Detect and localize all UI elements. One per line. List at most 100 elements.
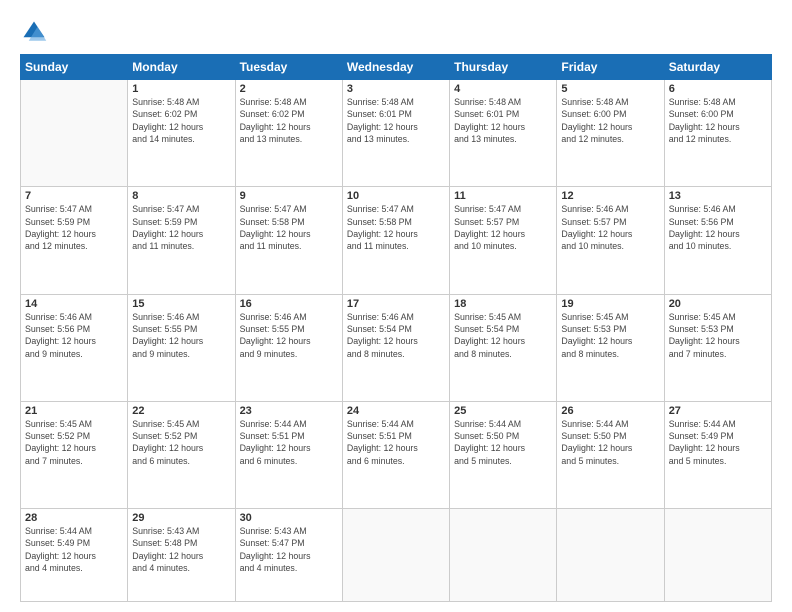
- calendar-cell: 28Sunrise: 5:44 AM Sunset: 5:49 PM Dayli…: [21, 509, 128, 602]
- calendar-cell: 19Sunrise: 5:45 AM Sunset: 5:53 PM Dayli…: [557, 294, 664, 401]
- day-info: Sunrise: 5:44 AM Sunset: 5:50 PM Dayligh…: [454, 418, 552, 467]
- calendar-cell: 7Sunrise: 5:47 AM Sunset: 5:59 PM Daylig…: [21, 187, 128, 294]
- day-number: 1: [132, 83, 230, 95]
- day-info: Sunrise: 5:47 AM Sunset: 5:58 PM Dayligh…: [347, 203, 445, 252]
- weekday-header-friday: Friday: [557, 55, 664, 80]
- day-info: Sunrise: 5:47 AM Sunset: 5:57 PM Dayligh…: [454, 203, 552, 252]
- page: SundayMondayTuesdayWednesdayThursdayFrid…: [0, 0, 792, 612]
- day-number: 18: [454, 298, 552, 310]
- calendar-cell: 1Sunrise: 5:48 AM Sunset: 6:02 PM Daylig…: [128, 80, 235, 187]
- day-number: 19: [561, 298, 659, 310]
- day-number: 21: [25, 405, 123, 417]
- calendar-cell: 22Sunrise: 5:45 AM Sunset: 5:52 PM Dayli…: [128, 401, 235, 508]
- calendar-cell: 18Sunrise: 5:45 AM Sunset: 5:54 PM Dayli…: [450, 294, 557, 401]
- calendar-cell: [450, 509, 557, 602]
- day-info: Sunrise: 5:45 AM Sunset: 5:53 PM Dayligh…: [669, 311, 767, 360]
- day-number: 16: [240, 298, 338, 310]
- day-info: Sunrise: 5:47 AM Sunset: 5:59 PM Dayligh…: [132, 203, 230, 252]
- calendar-cell: 10Sunrise: 5:47 AM Sunset: 5:58 PM Dayli…: [342, 187, 449, 294]
- calendar-cell: 27Sunrise: 5:44 AM Sunset: 5:49 PM Dayli…: [664, 401, 771, 508]
- weekday-header-sunday: Sunday: [21, 55, 128, 80]
- week-row-4: 21Sunrise: 5:45 AM Sunset: 5:52 PM Dayli…: [21, 401, 772, 508]
- day-number: 8: [132, 190, 230, 202]
- day-number: 26: [561, 405, 659, 417]
- calendar-cell: 8Sunrise: 5:47 AM Sunset: 5:59 PM Daylig…: [128, 187, 235, 294]
- day-info: Sunrise: 5:44 AM Sunset: 5:49 PM Dayligh…: [669, 418, 767, 467]
- header-row: [20, 18, 772, 46]
- day-info: Sunrise: 5:45 AM Sunset: 5:52 PM Dayligh…: [25, 418, 123, 467]
- calendar-cell: [342, 509, 449, 602]
- day-number: 7: [25, 190, 123, 202]
- calendar-cell: 23Sunrise: 5:44 AM Sunset: 5:51 PM Dayli…: [235, 401, 342, 508]
- day-info: Sunrise: 5:43 AM Sunset: 5:47 PM Dayligh…: [240, 525, 338, 574]
- calendar-cell: 30Sunrise: 5:43 AM Sunset: 5:47 PM Dayli…: [235, 509, 342, 602]
- calendar-table: SundayMondayTuesdayWednesdayThursdayFrid…: [20, 54, 772, 602]
- day-info: Sunrise: 5:48 AM Sunset: 6:00 PM Dayligh…: [669, 96, 767, 145]
- day-number: 9: [240, 190, 338, 202]
- day-info: Sunrise: 5:46 AM Sunset: 5:55 PM Dayligh…: [132, 311, 230, 360]
- day-info: Sunrise: 5:44 AM Sunset: 5:51 PM Dayligh…: [240, 418, 338, 467]
- day-info: Sunrise: 5:46 AM Sunset: 5:56 PM Dayligh…: [669, 203, 767, 252]
- calendar-cell: 20Sunrise: 5:45 AM Sunset: 5:53 PM Dayli…: [664, 294, 771, 401]
- calendar-cell: 29Sunrise: 5:43 AM Sunset: 5:48 PM Dayli…: [128, 509, 235, 602]
- day-info: Sunrise: 5:47 AM Sunset: 5:58 PM Dayligh…: [240, 203, 338, 252]
- day-info: Sunrise: 5:45 AM Sunset: 5:54 PM Dayligh…: [454, 311, 552, 360]
- day-info: Sunrise: 5:47 AM Sunset: 5:59 PM Dayligh…: [25, 203, 123, 252]
- day-number: 22: [132, 405, 230, 417]
- day-number: 10: [347, 190, 445, 202]
- weekday-header-wednesday: Wednesday: [342, 55, 449, 80]
- week-row-2: 7Sunrise: 5:47 AM Sunset: 5:59 PM Daylig…: [21, 187, 772, 294]
- calendar-cell: 2Sunrise: 5:48 AM Sunset: 6:02 PM Daylig…: [235, 80, 342, 187]
- day-number: 5: [561, 83, 659, 95]
- calendar-cell: 16Sunrise: 5:46 AM Sunset: 5:55 PM Dayli…: [235, 294, 342, 401]
- day-number: 30: [240, 512, 338, 524]
- weekday-header-thursday: Thursday: [450, 55, 557, 80]
- day-number: 29: [132, 512, 230, 524]
- day-number: 14: [25, 298, 123, 310]
- day-info: Sunrise: 5:45 AM Sunset: 5:53 PM Dayligh…: [561, 311, 659, 360]
- day-number: 15: [132, 298, 230, 310]
- calendar-cell: 13Sunrise: 5:46 AM Sunset: 5:56 PM Dayli…: [664, 187, 771, 294]
- weekday-header-monday: Monday: [128, 55, 235, 80]
- day-info: Sunrise: 5:44 AM Sunset: 5:49 PM Dayligh…: [25, 525, 123, 574]
- week-row-3: 14Sunrise: 5:46 AM Sunset: 5:56 PM Dayli…: [21, 294, 772, 401]
- logo: [20, 18, 52, 46]
- day-info: Sunrise: 5:44 AM Sunset: 5:51 PM Dayligh…: [347, 418, 445, 467]
- day-info: Sunrise: 5:46 AM Sunset: 5:55 PM Dayligh…: [240, 311, 338, 360]
- calendar-cell: 21Sunrise: 5:45 AM Sunset: 5:52 PM Dayli…: [21, 401, 128, 508]
- day-info: Sunrise: 5:43 AM Sunset: 5:48 PM Dayligh…: [132, 525, 230, 574]
- calendar-cell: 9Sunrise: 5:47 AM Sunset: 5:58 PM Daylig…: [235, 187, 342, 294]
- day-number: 23: [240, 405, 338, 417]
- calendar-cell: 25Sunrise: 5:44 AM Sunset: 5:50 PM Dayli…: [450, 401, 557, 508]
- day-number: 17: [347, 298, 445, 310]
- calendar-cell: 15Sunrise: 5:46 AM Sunset: 5:55 PM Dayli…: [128, 294, 235, 401]
- calendar-cell: 5Sunrise: 5:48 AM Sunset: 6:00 PM Daylig…: [557, 80, 664, 187]
- day-info: Sunrise: 5:48 AM Sunset: 6:01 PM Dayligh…: [347, 96, 445, 145]
- calendar-cell: 14Sunrise: 5:46 AM Sunset: 5:56 PM Dayli…: [21, 294, 128, 401]
- calendar-cell: 17Sunrise: 5:46 AM Sunset: 5:54 PM Dayli…: [342, 294, 449, 401]
- calendar-cell: 11Sunrise: 5:47 AM Sunset: 5:57 PM Dayli…: [450, 187, 557, 294]
- day-number: 12: [561, 190, 659, 202]
- day-info: Sunrise: 5:48 AM Sunset: 6:02 PM Dayligh…: [240, 96, 338, 145]
- day-info: Sunrise: 5:46 AM Sunset: 5:56 PM Dayligh…: [25, 311, 123, 360]
- weekday-header-saturday: Saturday: [664, 55, 771, 80]
- day-info: Sunrise: 5:46 AM Sunset: 5:54 PM Dayligh…: [347, 311, 445, 360]
- day-number: 2: [240, 83, 338, 95]
- calendar-cell: [664, 509, 771, 602]
- day-number: 27: [669, 405, 767, 417]
- calendar-cell: 4Sunrise: 5:48 AM Sunset: 6:01 PM Daylig…: [450, 80, 557, 187]
- day-number: 3: [347, 83, 445, 95]
- week-row-1: 1Sunrise: 5:48 AM Sunset: 6:02 PM Daylig…: [21, 80, 772, 187]
- day-info: Sunrise: 5:44 AM Sunset: 5:50 PM Dayligh…: [561, 418, 659, 467]
- day-info: Sunrise: 5:48 AM Sunset: 6:02 PM Dayligh…: [132, 96, 230, 145]
- logo-icon: [20, 18, 48, 46]
- day-number: 13: [669, 190, 767, 202]
- day-number: 28: [25, 512, 123, 524]
- day-info: Sunrise: 5:45 AM Sunset: 5:52 PM Dayligh…: [132, 418, 230, 467]
- calendar-cell: 6Sunrise: 5:48 AM Sunset: 6:00 PM Daylig…: [664, 80, 771, 187]
- calendar-cell: [557, 509, 664, 602]
- calendar-cell: 12Sunrise: 5:46 AM Sunset: 5:57 PM Dayli…: [557, 187, 664, 294]
- week-row-5: 28Sunrise: 5:44 AM Sunset: 5:49 PM Dayli…: [21, 509, 772, 602]
- weekday-header-tuesday: Tuesday: [235, 55, 342, 80]
- weekday-header-row: SundayMondayTuesdayWednesdayThursdayFrid…: [21, 55, 772, 80]
